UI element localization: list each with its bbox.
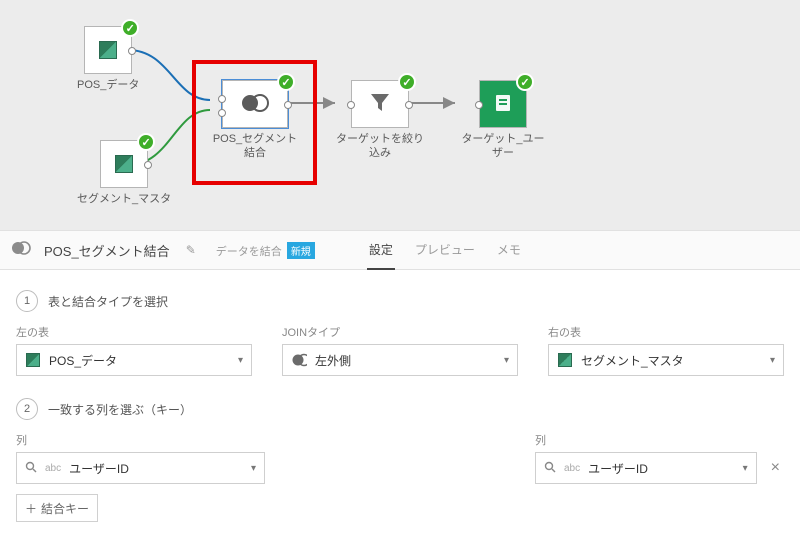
left-table-value: POS_データ: [49, 352, 117, 369]
dataset-icon: [99, 35, 117, 66]
search-icon: [544, 461, 556, 476]
chevron-down-icon: ▾: [238, 355, 243, 366]
panel-title: POS_セグメント結合: [44, 241, 170, 260]
status-success-icon: ✓: [121, 19, 139, 37]
panel-hint: データを結合: [216, 246, 282, 258]
chevron-down-icon: ▾: [504, 355, 509, 366]
right-table-select[interactable]: セグメント_マスタ ▾: [548, 344, 784, 376]
right-key-select[interactable]: abc ユーザーID ▾: [535, 452, 757, 484]
step-1-header: 1 表と結合タイプを選択: [16, 290, 784, 312]
step-title: 一致する列を選ぶ（キー）: [48, 401, 192, 418]
plus-icon: ＋: [25, 500, 37, 517]
step-title: 表と結合タイプを選択: [48, 293, 168, 310]
dataset-icon: [25, 352, 41, 368]
status-success-icon: ✓: [137, 133, 155, 151]
step-number: 1: [16, 290, 38, 312]
edit-title-icon[interactable]: ✎: [186, 243, 196, 257]
panel-tabs: 設定 プレビュー メモ: [367, 231, 523, 270]
panel-header: POS_セグメント結合 ✎ データを結合 新規 設定 プレビュー メモ: [0, 230, 800, 270]
right-table-label: 右の表: [548, 324, 784, 340]
node-label: セグメント_マスタ: [77, 192, 171, 206]
type-text-icon: abc: [45, 463, 61, 474]
node-target-user[interactable]: ✓ ターゲット_ユーザー: [458, 80, 548, 161]
tab-note[interactable]: メモ: [495, 231, 523, 270]
venn-left-icon: [291, 352, 307, 368]
node-pos-data[interactable]: ✓ POS_データ: [77, 26, 139, 92]
status-success-icon: ✓: [277, 73, 295, 91]
node-pos-segment-join[interactable]: ✓ POS_セグメント結合: [210, 80, 300, 161]
node-segment-master[interactable]: ✓ セグメント_マスタ: [77, 140, 171, 206]
join-type-select[interactable]: 左外側 ▾: [282, 344, 518, 376]
new-badge: 新規: [287, 242, 315, 259]
settings-body: 1 表と結合タイプを選択 左の表 POS_データ ▾ JOINタイプ 左外側 ▾…: [0, 270, 800, 536]
join-type-value: 左外側: [315, 352, 351, 369]
left-table-label: 左の表: [16, 324, 252, 340]
chevron-down-icon: ▾: [770, 355, 775, 366]
status-success-icon: ✓: [398, 73, 416, 91]
output-icon: [493, 89, 513, 120]
right-key-label: 列: [535, 432, 784, 448]
chevron-down-icon: ▾: [251, 463, 256, 474]
join-icon: [240, 89, 270, 120]
node-label: ターゲット_ユーザー: [458, 132, 548, 161]
tab-preview[interactable]: プレビュー: [413, 231, 477, 270]
node-label: ターゲットを絞り込み: [335, 132, 425, 161]
node-label: POS_セグメント結合: [210, 132, 300, 161]
chevron-down-icon: ▾: [743, 463, 748, 474]
filter-icon: [369, 89, 391, 120]
dataset-icon: [115, 149, 133, 180]
left-key-label: 列: [16, 432, 265, 448]
search-icon: [25, 461, 37, 476]
right-key-value: ユーザーID: [588, 460, 648, 477]
dataset-icon: [557, 352, 573, 368]
left-key-value: ユーザーID: [69, 460, 129, 477]
remove-key-icon[interactable]: ×: [767, 459, 784, 477]
flow-canvas[interactable]: ✓ POS_データ ✓ セグメント_マスタ ✓ POS_セグメント結合: [0, 0, 800, 230]
join-icon: [10, 240, 32, 261]
tab-settings[interactable]: 設定: [367, 231, 395, 270]
left-key-select[interactable]: abc ユーザーID ▾: [16, 452, 265, 484]
type-text-icon: abc: [564, 463, 580, 474]
step-number: 2: [16, 398, 38, 420]
status-success-icon: ✓: [516, 73, 534, 91]
add-join-key-button[interactable]: ＋ 結合キー: [16, 494, 98, 522]
node-filter-target[interactable]: ✓ ターゲットを絞り込み: [335, 80, 425, 161]
add-join-key-label: 結合キー: [41, 500, 89, 517]
join-type-label: JOINタイプ: [282, 324, 518, 340]
right-table-value: セグメント_マスタ: [581, 352, 684, 369]
step-2-header: 2 一致する列を選ぶ（キー）: [16, 398, 784, 420]
node-label: POS_データ: [77, 78, 139, 92]
left-table-select[interactable]: POS_データ ▾: [16, 344, 252, 376]
